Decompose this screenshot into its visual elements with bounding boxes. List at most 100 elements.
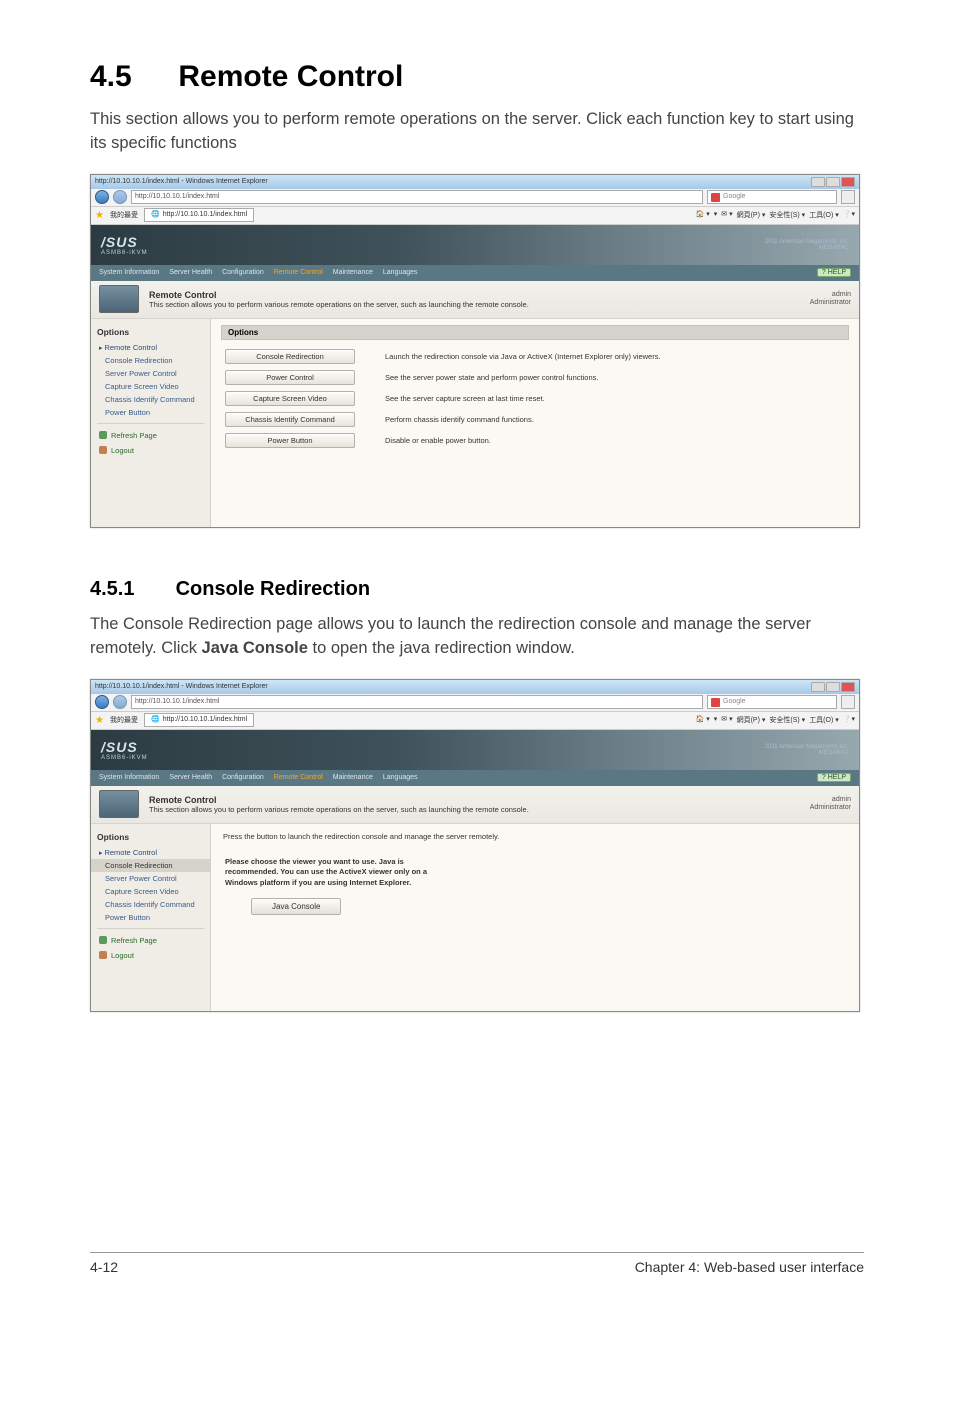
sidebar-chassis-identify[interactable]: Chassis Identify Command (91, 898, 210, 911)
sidebar-logout[interactable]: Logout (91, 443, 210, 458)
sidebar-server-power-control[interactable]: Server Power Control (91, 872, 210, 885)
cmd-mail-icon[interactable]: ✉ ▾ (721, 210, 732, 220)
btn-capture-screen-video[interactable]: Capture Screen Video (225, 391, 355, 406)
address-bar-row: http://10.10.10.1/index.html Google (91, 189, 859, 207)
search-input[interactable]: Google (707, 695, 837, 709)
tab-row: ★ 我的最愛 🌐 http://10.10.10.1/index.html 🏠 … (91, 712, 859, 730)
btn-console-redirection[interactable]: Console Redirection (225, 349, 355, 364)
options-bar: Options (221, 325, 849, 340)
back-button[interactable] (95, 190, 109, 204)
cmd-mail-icon[interactable]: ✉ ▾ (721, 715, 732, 725)
btn-power-button[interactable]: Power Button (225, 433, 355, 448)
window-buttons (811, 682, 855, 692)
menu-configuration[interactable]: Configuration (222, 774, 264, 781)
search-provider-icon (711, 698, 720, 707)
menu-maintenance[interactable]: Maintenance (333, 269, 373, 276)
help-button[interactable]: ? HELP (817, 268, 851, 277)
desc-power-button: Disable or enable power button. (381, 430, 849, 451)
menu-server-health[interactable]: Server Health (169, 774, 212, 781)
browser-tab[interactable]: 🌐 http://10.10.10.1/index.html (144, 713, 254, 727)
cmd-rss-icon[interactable]: ▾ (714, 715, 718, 725)
search-input[interactable]: Google (707, 190, 837, 204)
sidebar-console-redirection[interactable]: Console Redirection (91, 859, 210, 872)
window-titlebar: http://10.10.10.1/index.html - Windows I… (91, 680, 859, 694)
menu-remote-control[interactable]: Remote Control (274, 774, 323, 781)
sidebar-power-button[interactable]: Power Button (91, 911, 210, 924)
url-input[interactable]: http://10.10.10.1/index.html (131, 190, 703, 204)
sidebar-capture-screen-video[interactable]: Capture Screen Video (91, 380, 210, 393)
btn-power-control[interactable]: Power Control (225, 370, 355, 385)
desc-power-control: See the server power state and perform p… (381, 367, 849, 388)
cmd-rss-icon[interactable]: ▾ (714, 210, 718, 220)
favorites-label: 我的最愛 (110, 210, 138, 220)
menu-server-health[interactable]: Server Health (169, 269, 212, 276)
cmd-tools[interactable]: 工具(O) ▾ (809, 715, 839, 725)
minimize-button[interactable] (811, 177, 825, 187)
url-input[interactable]: http://10.10.10.1/index.html (131, 695, 703, 709)
user-role: Administrator (810, 804, 851, 812)
sidebar-chassis-identify[interactable]: Chassis Identify Command (91, 393, 210, 406)
brand-sublogo: ASMB6-iKVM (101, 755, 148, 761)
menu-languages[interactable]: Languages (383, 774, 418, 781)
help-button[interactable]: ? HELP (817, 773, 851, 782)
window-buttons (811, 177, 855, 187)
cmd-help-icon[interactable]: ❔▾ (843, 715, 855, 725)
cmd-help-icon[interactable]: ❔▾ (843, 210, 855, 220)
section-intro: This section allows you to perform remot… (90, 108, 864, 156)
user-role: Administrator (810, 299, 851, 307)
maximize-button[interactable] (826, 177, 840, 187)
menu-languages[interactable]: Languages (383, 269, 418, 276)
table-row: Console Redirection Launch the redirecti… (221, 346, 849, 367)
sidebar-console-redirection[interactable]: Console Redirection (91, 354, 210, 367)
menu-system-information[interactable]: System Information (99, 774, 159, 781)
menu-configuration[interactable]: Configuration (222, 269, 264, 276)
menu-system-information[interactable]: System Information (99, 269, 159, 276)
favorites-icon[interactable]: ★ (95, 715, 104, 726)
options-table: Console Redirection Launch the redirecti… (221, 346, 849, 451)
tab-favicon: 🌐 (151, 209, 160, 221)
menu-remote-control[interactable]: Remote Control (274, 269, 323, 276)
btn-chassis-identify[interactable]: Chassis Identify Command (225, 412, 355, 427)
maximize-button[interactable] (826, 682, 840, 692)
section-title-text: Remote Control (178, 60, 403, 93)
search-go-button[interactable] (841, 695, 855, 709)
cmd-home-icon[interactable]: 🏠 ▾ (696, 715, 710, 725)
cmd-tools[interactable]: 工具(O) ▾ (809, 210, 839, 220)
favorites-icon[interactable]: ★ (95, 210, 104, 221)
cmd-home-icon[interactable]: 🏠 ▾ (696, 210, 710, 220)
cmd-safety[interactable]: 安全性(S) ▾ (769, 715, 805, 725)
sidebar-title: Options (91, 828, 210, 846)
menu-maintenance[interactable]: Maintenance (333, 774, 373, 781)
forward-button[interactable] (113, 695, 127, 709)
page-description: This section allows you to perform vario… (149, 805, 529, 814)
brand-logo: /SUS (101, 739, 148, 755)
sidebar-capture-screen-video[interactable]: Capture Screen Video (91, 885, 210, 898)
close-button[interactable] (841, 682, 855, 692)
minimize-button[interactable] (811, 682, 825, 692)
tab-row: ★ 我的最愛 🌐 http://10.10.10.1/index.html 🏠 … (91, 207, 859, 225)
java-console-button[interactable]: Java Console (251, 898, 341, 915)
footer-page-number: 4-12 (90, 1259, 118, 1275)
sidebar-server-power-control[interactable]: Server Power Control (91, 367, 210, 380)
cmd-safety[interactable]: 安全性(S) ▾ (769, 210, 805, 220)
browser-tab[interactable]: 🌐 http://10.10.10.1/index.html (144, 208, 254, 222)
close-button[interactable] (841, 177, 855, 187)
table-row: Chassis Identify Command Perform chassis… (221, 409, 849, 430)
sidebar-logout[interactable]: Logout (91, 948, 210, 963)
search-go-button[interactable] (841, 190, 855, 204)
sidebar-refresh[interactable]: Refresh Page (91, 428, 210, 443)
sidebar-remote-control[interactable]: Remote Control (91, 846, 210, 859)
cmd-page[interactable]: 網頁(P) ▾ (737, 210, 766, 220)
sidebar-power-button[interactable]: Power Button (91, 406, 210, 419)
refresh-icon (99, 936, 107, 944)
screenshot-console-redirection: http://10.10.10.1/index.html - Windows I… (90, 679, 860, 1013)
back-button[interactable] (95, 695, 109, 709)
sidebar-remote-control[interactable]: Remote Control (91, 341, 210, 354)
forward-button[interactable] (113, 190, 127, 204)
main-menubar: System Information Server Health Configu… (91, 770, 859, 786)
logout-icon (99, 446, 107, 454)
page-header: Remote Control This section allows you t… (91, 281, 859, 319)
section-number: 4.5 (90, 60, 170, 94)
cmd-page[interactable]: 網頁(P) ▾ (737, 715, 766, 725)
sidebar-refresh[interactable]: Refresh Page (91, 933, 210, 948)
